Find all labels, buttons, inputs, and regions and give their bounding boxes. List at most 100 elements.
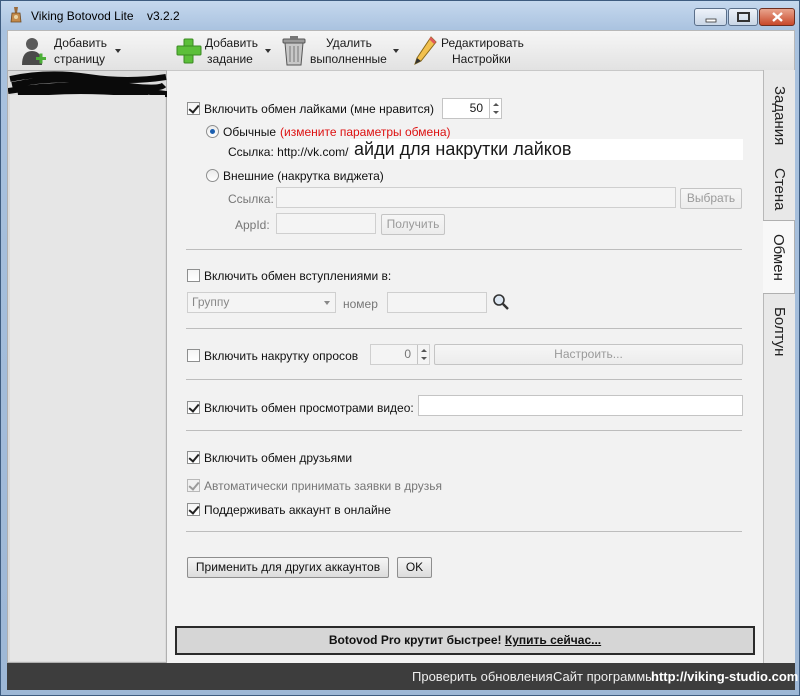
appid-input[interactable] [276,213,376,234]
divider [186,379,742,380]
vertical-tabs: Задания Стена Обмен Болтун [763,70,795,663]
arrow-up-icon [420,347,427,353]
tab-exchange-label: Обмен [770,233,787,281]
divider [186,328,742,329]
tab-tasks[interactable]: Задания [764,80,795,152]
edit-settings-button[interactable]: Редактировать Настройки [412,33,527,69]
friends-checkbox-label: Включить обмен друзьями [204,451,353,465]
app-window: Viking Botovod Lite v3.2.2 Добавить стра… [0,0,800,696]
configure-polls-button[interactable]: Настроить... [434,344,743,365]
arrow-down-icon [492,110,499,116]
delete-label-1: Удалить [326,36,372,50]
add-task-label-2: задание [207,52,253,66]
tab-chatter-label: Болтун [771,307,788,357]
minimize-button[interactable] [694,8,727,26]
auto-accept-label: Автоматически принимать заявки в друзья [204,479,443,493]
joins-checkbox[interactable] [187,269,200,282]
ext-link-input[interactable] [276,187,676,208]
likes-checkbox[interactable] [187,102,200,115]
likes-link-value: айди для накрутки лайков [354,139,572,159]
promo-text: Botovod Pro крутит быстрее! [328,633,502,647]
joins-type-value: Группу [192,295,230,309]
divider [186,430,742,431]
accounts-sidebar[interactable] [7,70,168,663]
search-icon[interactable] [492,293,510,311]
likes-link-label: Ссылка: http://vk.com/ [228,145,349,159]
site-label: Сайт программы: [553,669,659,684]
close-button[interactable] [759,8,795,26]
app-icon [10,7,22,23]
likes-external-label: Внешние (накрутка виджета) [223,169,384,183]
chevron-down-icon [115,49,121,53]
video-checkbox-label: Включить обмен просмотрами видео: [204,401,414,415]
likes-count-arrows[interactable] [489,99,501,118]
accounts-list[interactable] [10,95,165,661]
chevron-down-icon [265,49,271,53]
joins-number-input[interactable] [387,292,487,313]
chevron-down-icon [324,301,330,305]
edit-label-1: Редактировать [441,36,524,50]
online-label: Поддерживать аккаунт в онлайне [204,503,391,517]
likes-normal-label: Обычные [223,125,277,139]
video-input[interactable] [418,395,743,416]
likes-count-value: 50 [469,101,483,115]
site-url-link[interactable]: http://viking-studio.com [651,669,798,684]
toolbar: Добавить страницу Добавить задание Удали… [7,30,795,70]
friends-checkbox[interactable] [187,451,200,464]
add-page-label-2: страницу [54,52,106,66]
add-plus-icon [176,38,202,64]
tab-wall[interactable]: Стена [764,158,795,220]
tab-tasks-label: Задания [771,86,788,146]
trash-icon [282,36,306,66]
likes-normal-radio[interactable] [206,125,219,138]
add-task-button[interactable]: Добавить задание [173,33,273,69]
choose-button[interactable]: Выбрать [680,188,742,209]
polls-checkbox-label: Включить накрутку опросов [204,349,359,363]
status-bar: Проверить обновления Сайт программы: htt… [7,663,798,690]
buy-now-link[interactable]: Купить сейчас... [505,633,601,647]
ok-button[interactable]: OK [397,557,432,578]
auto-accept-checkbox[interactable] [187,479,200,492]
online-checkbox[interactable] [187,503,200,516]
pencil-icon [414,36,437,65]
edit-label-2: Настройки [452,52,511,66]
close-icon [772,12,783,22]
maximize-icon [737,12,750,22]
chevron-down-icon [393,49,399,53]
likes-normal-hint-link[interactable]: (измените параметры обмена) [280,125,451,139]
likes-checkbox-label: Включить обмен лайками (мне нравится) [204,102,434,116]
maximize-button[interactable] [728,8,758,26]
divider [186,531,742,532]
get-button[interactable]: Получить [381,214,445,235]
divider [186,249,742,250]
joins-number-label: номер [343,297,378,311]
window-version: v3.2.2 [147,9,180,23]
tab-exchange[interactable]: Обмен [763,220,795,294]
promo-banner: Botovod Pro крутит быстрее! Купить сейча… [175,626,755,655]
title-bar: Viking Botovod Lite v3.2.2 [1,1,799,29]
polls-count-value: 0 [404,347,411,361]
arrow-down-icon [420,356,427,362]
add-task-label-1: Добавить [205,36,259,50]
likes-external-radio[interactable] [206,169,219,182]
add-user-icon [22,38,46,65]
check-updates-link[interactable]: Проверить обновления [412,669,553,684]
delete-label-2: выполненные [310,52,387,66]
window-title: Viking Botovod Lite [31,9,134,23]
tab-chatter[interactable]: Болтун [764,296,795,368]
arrow-up-icon [492,101,499,107]
ext-link-label: Ссылка: [228,192,274,206]
polls-checkbox[interactable] [187,349,200,362]
add-page-button[interactable]: Добавить страницу [18,33,123,69]
minimize-icon [705,18,717,23]
joins-type-select[interactable]: Группу [187,292,336,313]
tab-wall-label: Стена [771,167,788,211]
likes-link-input[interactable]: айди для накрутки лайков [350,139,743,160]
polls-count-arrows[interactable] [417,345,429,364]
video-checkbox[interactable] [187,401,200,414]
delete-completed-button[interactable]: Удалить выполненные [280,33,405,69]
add-page-label-1: Добавить [54,36,108,50]
appid-label: AppId: [235,218,270,232]
joins-checkbox-label: Включить обмен вступлениями в: [204,269,392,283]
apply-to-accounts-button[interactable]: Применить для других аккаунтов [187,557,389,578]
